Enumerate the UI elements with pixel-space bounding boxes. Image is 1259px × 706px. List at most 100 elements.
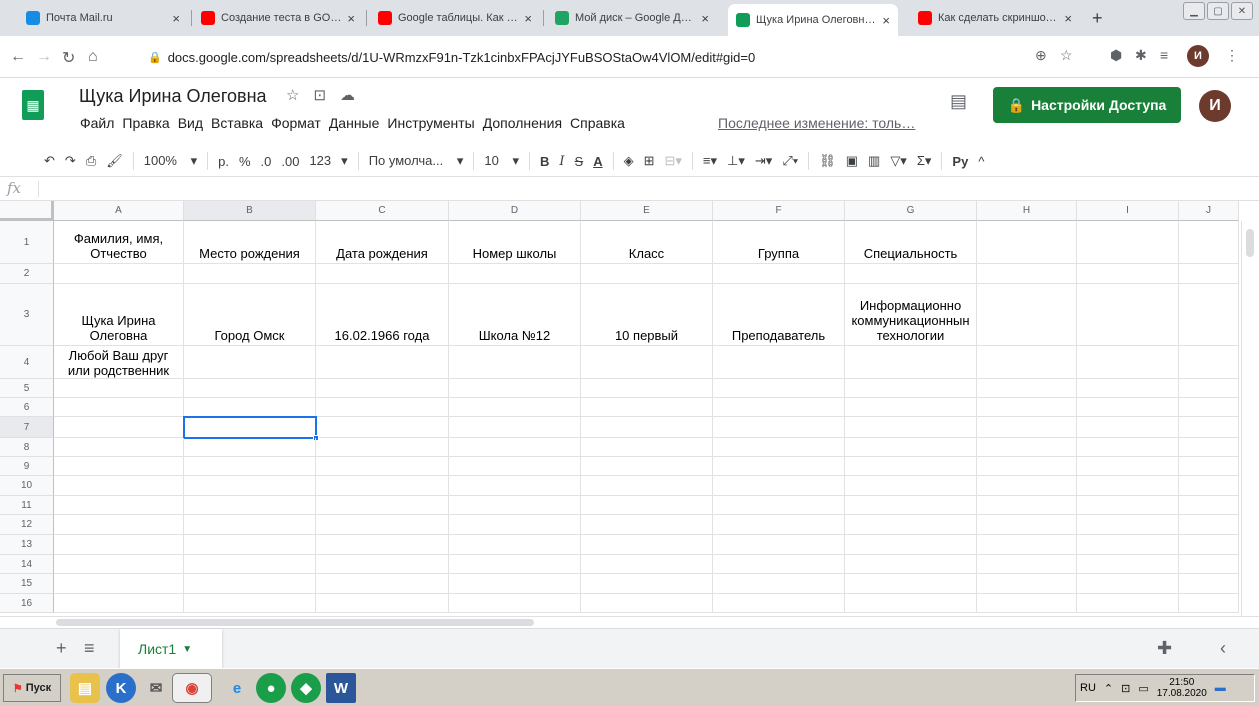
browser-tab[interactable]: Создание теста в GOOGLE × [193, 4, 363, 32]
kaspersky-icon[interactable]: K [106, 673, 136, 703]
cell-I13[interactable] [1077, 535, 1179, 555]
forward-icon[interactable]: → [36, 48, 52, 66]
browser-menu-icon[interactable]: ⋮ [1225, 47, 1239, 64]
tray-expand-icon[interactable]: ⌃ [1104, 682, 1113, 695]
cell-C6[interactable] [316, 398, 449, 417]
column-header[interactable]: B [184, 201, 316, 221]
menu-item[interactable]: Правка [122, 115, 169, 131]
cell-C13[interactable] [316, 535, 449, 555]
browser-tab[interactable]: Как сделать скриншот на × [910, 4, 1080, 32]
cell-F9[interactable] [713, 457, 845, 476]
cell-E16[interactable] [581, 594, 713, 613]
cell-I2[interactable] [1077, 264, 1179, 284]
cell-A7[interactable] [54, 417, 184, 438]
fill-color-icon[interactable]: ◈ [624, 153, 634, 169]
insert-chart-icon[interactable]: ▥ [868, 153, 880, 169]
cell-E11[interactable] [581, 496, 713, 515]
cell-C15[interactable] [316, 574, 449, 594]
cell-B9[interactable] [184, 457, 316, 476]
cell-D15[interactable] [449, 574, 581, 594]
close-tab-icon[interactable]: × [1064, 11, 1072, 26]
cell-B12[interactable] [184, 515, 316, 535]
cell-B10[interactable] [184, 476, 316, 496]
browser-tab[interactable]: Щука Ирина Олеговна - G × [728, 4, 898, 36]
cell-G5[interactable] [845, 379, 977, 398]
text-rotation-icon[interactable]: ⤢▾ [782, 153, 798, 169]
cell-E12[interactable] [581, 515, 713, 535]
cell-E6[interactable] [581, 398, 713, 417]
row-header[interactable]: 13 [0, 535, 54, 555]
cell-H7[interactable] [977, 417, 1077, 438]
cell-I5[interactable] [1077, 379, 1179, 398]
cell-B1[interactable]: Место рождения [184, 221, 316, 264]
add-sheet-icon[interactable]: + [56, 638, 67, 659]
cell-J10[interactable] [1179, 476, 1239, 496]
column-header[interactable]: A [54, 201, 184, 221]
browser-tab[interactable]: Почта Mail.ru × [18, 4, 188, 32]
cell-C8[interactable] [316, 438, 449, 457]
cell-D16[interactable] [449, 594, 581, 613]
explore-icon[interactable]: ✚ [1157, 638, 1172, 659]
cloud-status-icon[interactable]: ☁ [340, 86, 355, 104]
cell-F6[interactable] [713, 398, 845, 417]
cell-B5[interactable] [184, 379, 316, 398]
cell-J11[interactable] [1179, 496, 1239, 515]
cell-I11[interactable] [1077, 496, 1179, 515]
cell-F8[interactable] [713, 438, 845, 457]
cell-I4[interactable] [1077, 346, 1179, 379]
cell-I6[interactable] [1077, 398, 1179, 417]
close-tab-icon[interactable]: × [882, 13, 890, 28]
menu-item[interactable]: Файл [80, 115, 114, 131]
sheets-logo-icon[interactable]: ▦ [22, 90, 44, 120]
cell-I16[interactable] [1077, 594, 1179, 613]
cell-J16[interactable] [1179, 594, 1239, 613]
functions-icon[interactable]: Σ▾ [917, 153, 932, 169]
redo-icon[interactable]: ↷ [65, 153, 76, 169]
cell-J5[interactable] [1179, 379, 1239, 398]
network-icon[interactable]: ⊡ [1121, 682, 1130, 695]
display-icon[interactable]: ▭ [1138, 682, 1148, 695]
cell-B2[interactable] [184, 264, 316, 284]
column-header[interactable]: C [316, 201, 449, 221]
cell-J4[interactable] [1179, 346, 1239, 379]
comments-icon[interactable]: ▤ [950, 91, 967, 112]
cell-C3[interactable]: 16.02.1966 года [316, 284, 449, 346]
close-tab-icon[interactable]: × [172, 11, 180, 26]
cell-A3[interactable]: Щука Ирина Олеговна [54, 284, 184, 346]
cell-A16[interactable] [54, 594, 184, 613]
cell-J2[interactable] [1179, 264, 1239, 284]
cell-I9[interactable] [1077, 457, 1179, 476]
cell-B3[interactable]: Город Омск [184, 284, 316, 346]
cell-F11[interactable] [713, 496, 845, 515]
cell-F7[interactable] [713, 417, 845, 438]
row-header[interactable]: 9 [0, 457, 54, 476]
maximize-icon[interactable]: ▢ [1207, 2, 1229, 20]
input-tools-button[interactable]: Ру [952, 154, 968, 169]
row-header[interactable]: 15 [0, 574, 54, 594]
cell-D12[interactable] [449, 515, 581, 535]
cell-D13[interactable] [449, 535, 581, 555]
cell-B8[interactable] [184, 438, 316, 457]
cell-I14[interactable] [1077, 555, 1179, 574]
font-size-select[interactable]: 10 ▾ [484, 153, 519, 169]
cell-D11[interactable] [449, 496, 581, 515]
print-icon[interactable]: ⎙ [86, 153, 96, 169]
cell-E2[interactable] [581, 264, 713, 284]
row-header[interactable]: 11 [0, 496, 54, 515]
cell-J3[interactable] [1179, 284, 1239, 346]
cell-H14[interactable] [977, 555, 1077, 574]
cell-F12[interactable] [713, 515, 845, 535]
close-window-icon[interactable]: ✕ [1231, 2, 1253, 20]
merge-cells-icon[interactable]: ⊟▾ [665, 153, 682, 169]
cell-J15[interactable] [1179, 574, 1239, 594]
cell-B16[interactable] [184, 594, 316, 613]
cell-E15[interactable] [581, 574, 713, 594]
star-icon[interactable]: ☆ [286, 86, 299, 104]
cell-D8[interactable] [449, 438, 581, 457]
cell-I7[interactable] [1077, 417, 1179, 438]
mail-client-icon[interactable]: ✉ [141, 673, 171, 703]
decrease-decimal-button[interactable]: .0 [261, 154, 272, 169]
share-button[interactable]: 🔒 Настройки Доступа [993, 87, 1181, 123]
home-icon[interactable]: ⌂ [88, 48, 98, 66]
cell-G3[interactable]: Информационно коммуникационнын технологи… [845, 284, 977, 346]
